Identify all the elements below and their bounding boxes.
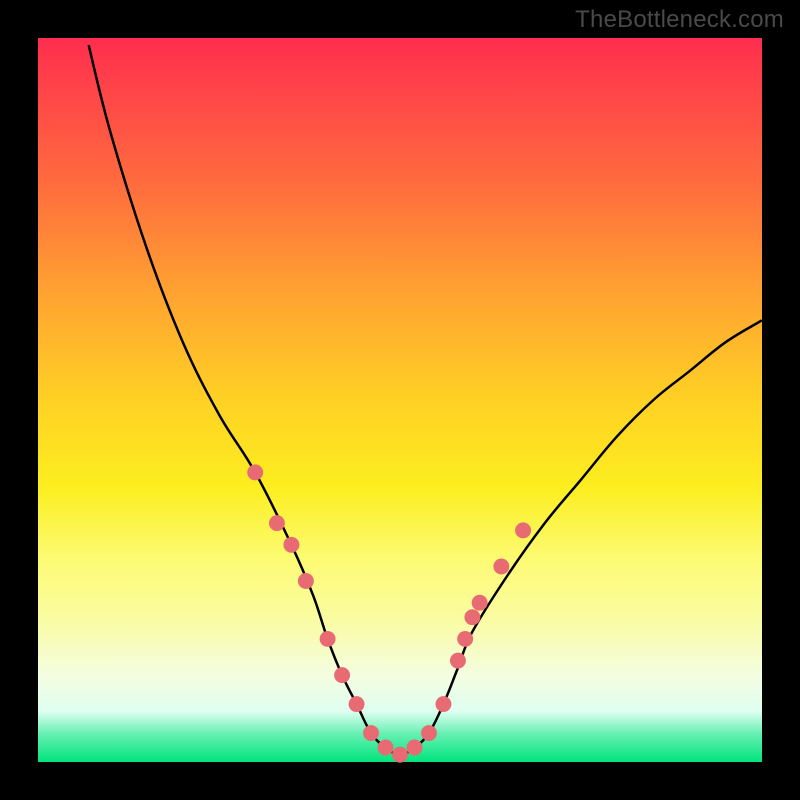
marker-dot <box>392 747 408 763</box>
marker-dot <box>464 609 480 625</box>
marker-dot <box>269 515 285 531</box>
bottleneck-curve <box>89 45 762 755</box>
plot-area <box>38 38 762 762</box>
marker-dot <box>457 631 473 647</box>
chart-svg <box>38 38 762 762</box>
marker-dot <box>363 725 379 741</box>
marker-dot <box>421 725 437 741</box>
marker-dot <box>283 537 299 553</box>
attribution-label: TheBottleneck.com <box>575 6 784 34</box>
marker-dot <box>298 573 314 589</box>
marker-dot <box>349 696 365 712</box>
marker-dot <box>378 740 394 756</box>
marker-dot <box>320 631 336 647</box>
marker-dot <box>493 559 509 575</box>
marker-dot <box>407 740 423 756</box>
markers-layer <box>247 464 531 762</box>
marker-dot <box>450 653 466 669</box>
marker-dot <box>515 522 531 538</box>
curve-layer <box>89 45 762 755</box>
marker-dot <box>472 595 488 611</box>
marker-dot <box>334 667 350 683</box>
chart-frame: TheBottleneck.com <box>0 0 800 800</box>
marker-dot <box>247 464 263 480</box>
marker-dot <box>435 696 451 712</box>
